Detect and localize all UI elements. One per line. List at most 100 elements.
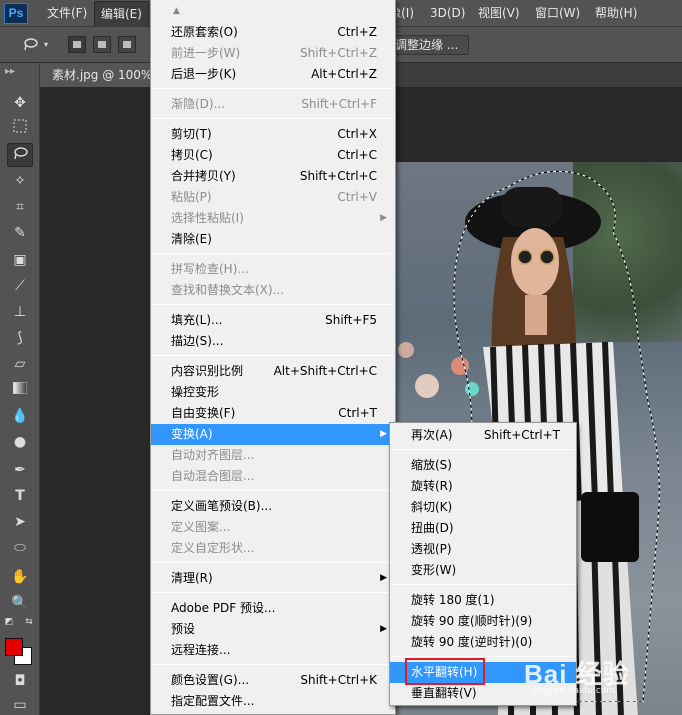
menu-item-rotate-180[interactable]: 旋转 180 度(1) [390,590,576,611]
menu-scroll-up-icon[interactable]: ▲ [173,6,180,16]
menu-view[interactable]: 视图(V) [478,0,520,27]
annotation-highlight-box [405,658,485,685]
foreground-color-swatch[interactable] [5,638,23,656]
menu-item-undo-lasso[interactable]: 还原套索(O) Ctrl+Z [151,22,395,43]
menu-separator [153,355,393,356]
menu-item-fill[interactable]: 填充(L)... Shift+F5 [151,310,395,331]
history-brush-tool-icon[interactable]: ⟆ [7,326,33,350]
menu-3d[interactable]: 3D(D) [430,0,465,27]
menu-item-copy[interactable]: 拷贝(C) Ctrl+C [151,145,395,166]
menu-item-again[interactable]: 再次(A) Shift+Ctrl+T [390,425,576,446]
brush-tool-icon[interactable]: ⟋ [7,274,33,298]
menu-separator [392,584,574,585]
clone-stamp-tool-icon[interactable]: ⊥ [7,300,33,324]
menu-file[interactable]: 文件(F) [47,0,87,27]
watermark-url: jingyan.baidu.com [532,686,616,696]
eraser-tool-icon[interactable]: ▱ [7,352,33,376]
menu-item-skew[interactable]: 斜切(K) [390,497,576,518]
swap-colors-icon[interactable]: ⇆ [22,615,36,639]
screen-mode-icon[interactable]: ▭ [7,693,33,715]
default-colors-icon[interactable]: ◩ [2,615,16,639]
menu-item-puppet-warp[interactable]: 操控变形 [151,382,395,403]
menu-item-free-transform[interactable]: 自由变换(F) Ctrl+T [151,403,395,424]
menu-item-stroke[interactable]: 描边(S)... [151,331,395,352]
zoom-tool-icon[interactable]: 🔍 [7,591,33,615]
lasso-tool-icon[interactable] [7,143,33,167]
menu-item-warp[interactable]: 变形(W) [390,560,576,581]
type-tool-icon[interactable]: T [7,484,33,508]
menu-separator [153,592,393,593]
menu-item-purge[interactable]: 清理(R) ▶ [151,568,395,589]
menu-image[interactable]: 图像(I) [397,0,414,27]
menu-item-define-custom-shape: 定义自定形状... [171,541,255,555]
menu-item-define-pattern: 定义图案... [171,520,231,534]
preset-dropdown-icon[interactable]: ▾ [42,36,50,53]
menu-help[interactable]: 帮助(H) [595,0,637,27]
new-selection-button[interactable] [68,36,86,53]
menu-item-remote-connections[interactable]: 远程连接... [151,640,395,661]
hand-tool-icon[interactable]: ✋ [7,565,33,589]
add-selection-button[interactable] [93,36,111,53]
lasso-preset-icon[interactable] [22,36,39,53]
menu-item-paste: 粘贴(P) Ctrl+V [171,190,377,204]
marquee-tool-icon[interactable] [7,117,33,141]
menu-item-content-aware-scale[interactable]: 内容识别比例 Alt+Shift+Ctrl+C [151,361,395,382]
menu-item-fade: 渐隐(D)... Shift+Ctrl+F [171,97,377,111]
magic-wand-tool-icon[interactable]: ✧ [7,169,33,193]
menu-item-adobe-pdf-presets[interactable]: Adobe PDF 预设... [151,598,395,619]
menu-item-presets[interactable]: 预设 ▶ [151,619,395,640]
menu-item-distort[interactable]: 扭曲(D) [390,518,576,539]
photoshop-logo: Ps [4,3,28,24]
tools-panel: ▸▸ ✥ ✧ ⌗ ✎ ▣ ⟋ ⊥ ⟆ ▱ 💧 ● ✒ T ➤ ⬭ ✋ 🔍 ◩ ⇆… [0,63,40,715]
menu-item-clear[interactable]: 清除(E) [151,229,395,250]
menu-separator [392,449,574,450]
subtract-selection-button[interactable] [118,36,136,53]
refine-edge-button[interactable]: 调整边缘 ... [388,35,469,55]
menu-item-copy-merged[interactable]: 合并拷贝(Y) Shift+Ctrl+C [151,166,395,187]
menu-window[interactable]: 窗口(W) [535,0,580,27]
gradient-tool-icon[interactable] [7,378,33,402]
menu-item-define-brush[interactable]: 定义画笔预设(B)... [151,496,395,517]
menu-separator [153,664,393,665]
eyedropper-tool-icon[interactable]: ✎ [7,221,33,245]
pen-tool-icon[interactable]: ✒ [7,458,33,482]
dodge-tool-icon[interactable]: ● [7,430,33,454]
quick-mask-icon[interactable]: ◘ [7,669,33,693]
submenu-arrow-icon: ▶ [380,429,387,439]
menu-item-step-backward[interactable]: 后退一步(K) Alt+Ctrl+Z [151,64,395,85]
menu-item-rotate[interactable]: 旋转(R) [390,476,576,497]
healing-brush-tool-icon[interactable]: ▣ [7,248,33,272]
menu-item-transform[interactable]: 变换(A) ▶ [151,424,395,445]
edit-menu: ▲ 还原套索(O) Ctrl+Z 前进一步(W) Shift+Ctrl+Z 后退一步… [150,0,396,715]
menu-item-rotate-90-cw[interactable]: 旋转 90 度(顺时针)(9) [390,611,576,632]
menu-separator [153,118,393,119]
path-selection-tool-icon[interactable]: ➤ [7,510,33,534]
move-tool-icon[interactable]: ✥ [7,91,33,115]
crop-tool-icon[interactable]: ⌗ [7,195,33,219]
document-tab[interactable]: 素材.jpg @ 100% [40,63,158,87]
menu-separator [153,253,393,254]
blur-tool-icon[interactable]: 💧 [7,404,33,428]
submenu-arrow-icon: ▶ [380,573,387,583]
menu-item-color-settings[interactable]: 颜色设置(G)... Shift+Ctrl+K [151,670,395,691]
shape-tool-icon[interactable]: ⬭ [7,536,33,560]
menu-edit[interactable]: 编辑(E) [94,1,149,27]
menu-item-find-replace: 查找和替换文本(X)... [171,283,285,297]
menu-separator [153,562,393,563]
submenu-arrow-icon: ▶ [380,213,387,223]
menu-separator [153,490,393,491]
submenu-arrow-icon: ▶ [380,624,387,634]
menu-item-perspective[interactable]: 透视(P) [390,539,576,560]
menu-item-auto-blend-layers: 自动混合图层... [171,469,255,483]
menu-item-paste-special: 选择性粘贴(I) ▶ [151,208,395,229]
menu-item-auto-align-layers: 自动对齐图层... [171,448,255,462]
menu-separator [153,88,393,89]
panel-collapse-icon[interactable]: ▸▸ [5,66,15,77]
menu-item-cut[interactable]: 剪切(T) Ctrl+X [151,124,395,145]
menu-item-step-forward: 前进一步(W) Shift+Ctrl+Z [171,46,377,60]
menu-separator [153,304,393,305]
menu-item-assign-profile[interactable]: 指定配置文件... [151,691,395,712]
baidu-jingyan-watermark: Bai 经验 jingyan.baidu.com [524,646,682,702]
menu-item-spell-check: 拼写检查(H)... [171,262,249,276]
menu-item-scale[interactable]: 缩放(S) [390,455,576,476]
